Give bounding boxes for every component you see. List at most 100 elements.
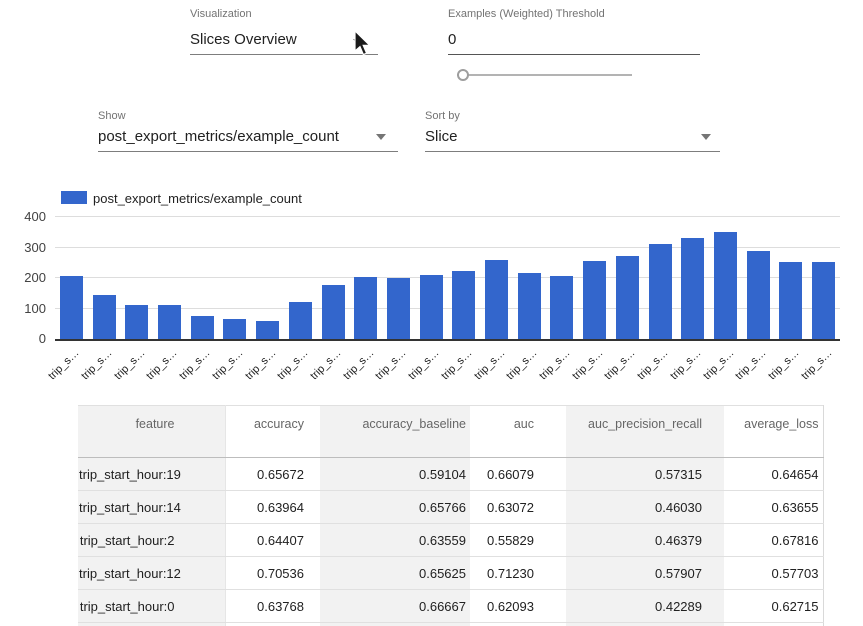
legend-swatch bbox=[61, 191, 87, 204]
bar[interactable] bbox=[93, 295, 116, 339]
table-row[interactable]: trip_start_hour:190.656720.591040.660790… bbox=[78, 458, 823, 491]
metrics-table: featureaccuracyaccuracy_baselineaucauc_p… bbox=[78, 405, 824, 626]
bar[interactable] bbox=[289, 302, 312, 339]
metric-cell: 0.63964 bbox=[225, 491, 320, 524]
metric-cell: 0.65142 bbox=[724, 623, 823, 626]
slices-overview-app: Visualization Slices Overview Examples (… bbox=[0, 0, 863, 626]
bar[interactable] bbox=[485, 260, 508, 339]
column-header-accuracy[interactable]: accuracy bbox=[225, 406, 320, 442]
filter-cell bbox=[320, 441, 470, 458]
filter-cell bbox=[225, 441, 320, 458]
bar[interactable] bbox=[125, 305, 148, 339]
legend-label: post_export_metrics/example_count bbox=[93, 191, 302, 206]
metric-cell: 0.63655 bbox=[724, 491, 823, 524]
metric-cell: 0.62093 bbox=[470, 590, 566, 623]
threshold-underline bbox=[448, 54, 700, 55]
filter-cell bbox=[78, 441, 225, 458]
bar[interactable] bbox=[452, 271, 475, 339]
metric-cell: 0.55829 bbox=[470, 524, 566, 557]
metric-cell: 0.65625 bbox=[320, 557, 470, 590]
metric-cell: 0.63559 bbox=[320, 524, 470, 557]
feature-cell: trip_start_hour:19 bbox=[78, 458, 225, 491]
metric-cell: 0.65766 bbox=[320, 491, 470, 524]
bar[interactable] bbox=[779, 262, 802, 339]
sort-by-label: Sort by bbox=[425, 110, 460, 122]
y-tick-label: 400 bbox=[10, 209, 46, 224]
metric-cell: 0.70536 bbox=[225, 557, 320, 590]
bar[interactable] bbox=[420, 275, 443, 339]
table-row[interactable]: trip_start_hour:00.637680.666670.620930.… bbox=[78, 590, 823, 623]
bar[interactable] bbox=[649, 244, 672, 339]
chevron-down-icon[interactable] bbox=[701, 134, 711, 140]
bar[interactable] bbox=[191, 316, 214, 339]
bar[interactable] bbox=[681, 238, 704, 339]
y-tick-label: 200 bbox=[10, 270, 46, 285]
bar[interactable] bbox=[518, 273, 541, 339]
threshold-label: Examples (Weighted) Threshold bbox=[448, 8, 605, 20]
column-header-feature[interactable]: feature bbox=[78, 406, 225, 442]
metric-cell: 0.44173 bbox=[566, 623, 724, 626]
column-header-auc_precision_recall[interactable]: auc_precision_recall bbox=[566, 406, 724, 442]
y-tick-label: 0 bbox=[10, 331, 46, 346]
visualization-select[interactable]: Slices Overview bbox=[190, 31, 297, 48]
metric-cell: 0.46379 bbox=[566, 524, 724, 557]
metric-cell: 0.57315 bbox=[566, 458, 724, 491]
threshold-slider-thumb[interactable] bbox=[457, 69, 469, 81]
column-header-average_loss[interactable]: average_loss bbox=[724, 406, 823, 442]
show-underline bbox=[98, 151, 398, 152]
metric-cell: 0.66016 bbox=[225, 623, 320, 626]
metric-cell: 0.66079 bbox=[470, 458, 566, 491]
metric-cell: 0.64407 bbox=[225, 524, 320, 557]
feature-cell: trip_start_hour:23 bbox=[78, 623, 225, 626]
metric-cell: 0.46030 bbox=[566, 491, 724, 524]
bar[interactable] bbox=[812, 262, 835, 339]
bar[interactable] bbox=[550, 276, 573, 339]
filter-cell bbox=[566, 441, 724, 458]
table-row[interactable]: trip_start_hour:140.639640.657660.630720… bbox=[78, 491, 823, 524]
show-select[interactable]: post_export_metrics/example_count bbox=[98, 128, 339, 145]
threshold-slider-track[interactable] bbox=[457, 74, 632, 76]
metric-cell: 0.57907 bbox=[566, 557, 724, 590]
metric-cell: 0.62715 bbox=[724, 590, 823, 623]
metric-cell: 0.64844 bbox=[320, 623, 470, 626]
bar[interactable] bbox=[322, 285, 345, 339]
bar[interactable] bbox=[256, 321, 279, 339]
bar[interactable] bbox=[714, 232, 737, 339]
show-label: Show bbox=[98, 110, 126, 122]
metric-cell: 0.42289 bbox=[566, 590, 724, 623]
bar[interactable] bbox=[158, 305, 181, 339]
y-tick-label: 300 bbox=[10, 240, 46, 255]
metric-cell: 0.63072 bbox=[470, 491, 566, 524]
bar[interactable] bbox=[583, 261, 606, 339]
filter-cell bbox=[724, 441, 823, 458]
bar[interactable] bbox=[60, 276, 83, 339]
mouse-cursor-icon bbox=[353, 30, 373, 58]
bar-chart bbox=[55, 212, 840, 341]
feature-cell: trip_start_hour:12 bbox=[78, 557, 225, 590]
metric-cell: 0.64654 bbox=[724, 458, 823, 491]
threshold-input[interactable]: 0 bbox=[448, 31, 456, 48]
metric-cell: 0.71230 bbox=[470, 557, 566, 590]
chevron-down-icon[interactable] bbox=[376, 134, 386, 140]
bar[interactable] bbox=[616, 256, 639, 339]
visualization-label: Visualization bbox=[190, 8, 252, 20]
filter-row bbox=[78, 441, 823, 458]
feature-cell: trip_start_hour:2 bbox=[78, 524, 225, 557]
sort-by-select[interactable]: Slice bbox=[425, 128, 458, 145]
bar[interactable] bbox=[354, 277, 377, 339]
bar[interactable] bbox=[747, 251, 770, 339]
metric-cell: 0.63768 bbox=[225, 590, 320, 623]
bar[interactable] bbox=[223, 319, 246, 339]
sort-by-underline bbox=[425, 151, 720, 152]
metric-cell: 0.67816 bbox=[724, 524, 823, 557]
table-row[interactable]: trip_start_hour:120.705360.656250.712300… bbox=[78, 557, 823, 590]
feature-cell: trip_start_hour:14 bbox=[78, 491, 225, 524]
column-header-auc[interactable]: auc bbox=[470, 406, 566, 442]
visualization-underline bbox=[190, 54, 378, 55]
bar[interactable] bbox=[387, 278, 410, 339]
column-header-accuracy_baseline[interactable]: accuracy_baseline bbox=[320, 406, 470, 442]
table-row[interactable]: trip_start_hour:20.644070.635590.558290.… bbox=[78, 524, 823, 557]
filter-cell bbox=[470, 441, 566, 458]
metric-cell: 0.65672 bbox=[225, 458, 320, 491]
table-row[interactable]: trip_start_hour:230.660160.648440.583370… bbox=[78, 623, 823, 626]
